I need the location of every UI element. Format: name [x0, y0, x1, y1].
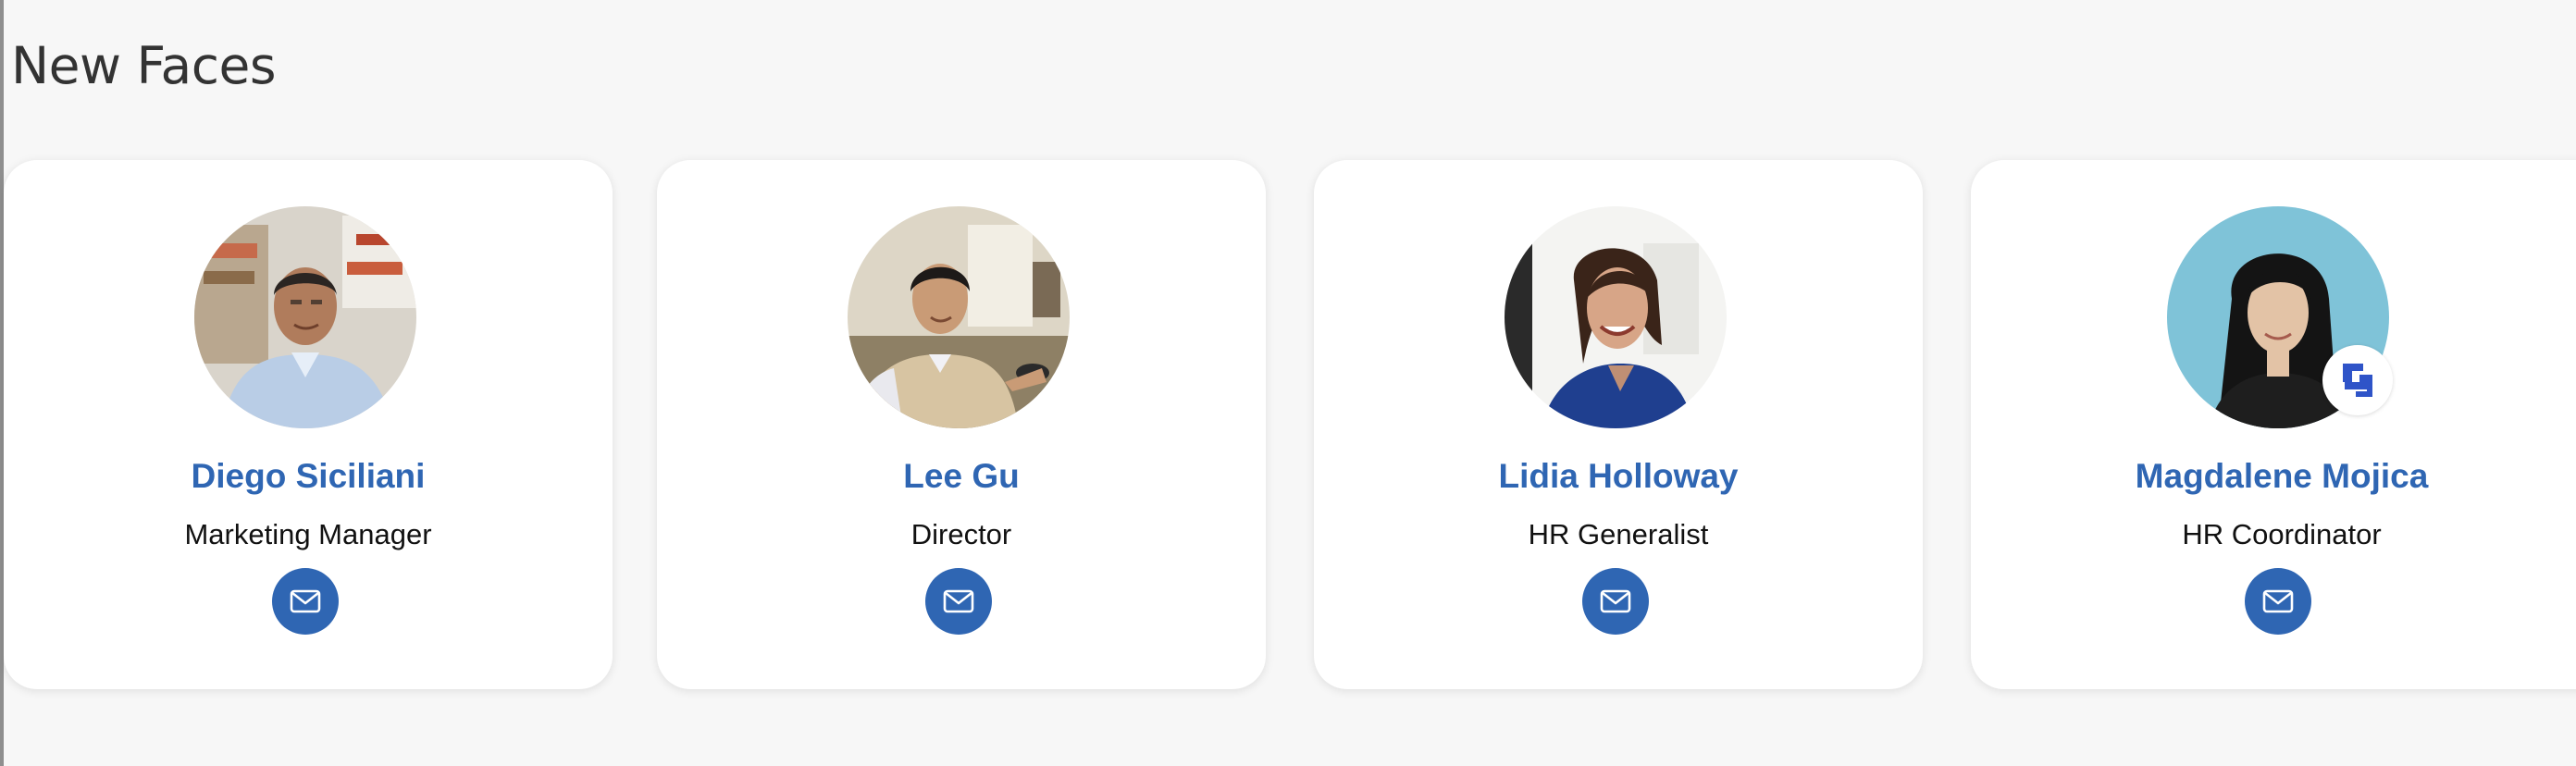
person-name[interactable]: Diego Siciliani	[4, 456, 613, 497]
person-card: Lidia Holloway HR Generalist	[1314, 160, 1923, 689]
person-card: Diego Siciliani Marketing Manager	[4, 160, 613, 689]
mail-icon	[290, 589, 321, 613]
brand-logo-icon	[2322, 345, 2393, 415]
person-card: Lee Gu Director	[657, 160, 1266, 689]
person-name[interactable]: Magdalene Mojica	[1971, 456, 2576, 497]
person-photo-icon	[848, 206, 1070, 428]
person-photo-icon	[1505, 206, 1727, 428]
mail-icon	[2262, 589, 2294, 613]
person-title: HR Coordinator	[2182, 518, 2382, 550]
person-title: Marketing Manager	[184, 518, 432, 550]
mail-icon	[943, 589, 974, 613]
section-title: New Faces	[11, 36, 276, 95]
email-button[interactable]	[2245, 568, 2311, 635]
email-button[interactable]	[1582, 568, 1649, 635]
avatar[interactable]	[1505, 206, 1727, 428]
person-name[interactable]: Lee Gu	[657, 456, 1266, 497]
person-title: HR Generalist	[1528, 518, 1709, 550]
mail-icon	[1600, 589, 1631, 613]
email-button[interactable]	[272, 568, 339, 635]
person-card: Magdalene Mojica HR Coordinator	[1971, 160, 2576, 689]
avatar[interactable]	[2167, 206, 2393, 428]
avatar[interactable]	[194, 206, 416, 428]
email-button[interactable]	[925, 568, 992, 635]
avatar[interactable]	[848, 206, 1070, 428]
person-photo-icon	[194, 206, 416, 428]
person-name[interactable]: Lidia Holloway	[1314, 456, 1923, 497]
person-title: Director	[910, 518, 1012, 550]
